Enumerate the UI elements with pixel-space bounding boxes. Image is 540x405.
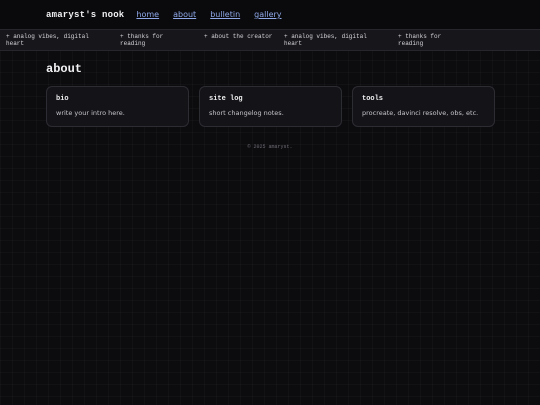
card-text: short changelog notes. — [209, 109, 284, 117]
nav-link-about[interactable]: about — [173, 10, 196, 19]
card-site-log: site log short changelog notes. — [199, 86, 342, 127]
page-title: about — [46, 62, 83, 76]
ticker-item: + analog vibes, digital heart — [6, 33, 89, 47]
ticker-item: + about the creator — [204, 33, 273, 40]
card-text: write your intro here. — [56, 109, 125, 117]
ticker-item: + thanks for reading — [120, 33, 164, 47]
card-title: bio — [56, 95, 69, 103]
nav-link-bulletin[interactable]: bulletin — [210, 10, 240, 19]
card-title: tools — [362, 95, 384, 103]
top-nav: amaryst's nook home about bulletin galle… — [0, 0, 540, 29]
about-cards: bio write your intro here. site log shor… — [46, 86, 495, 127]
card-tools: tools procreate, davinci resolve, obs, e… — [352, 86, 495, 127]
card-title: site log — [209, 95, 243, 103]
nav-link-home[interactable]: home — [136, 10, 159, 19]
site-brand[interactable]: amaryst's nook — [46, 10, 124, 20]
marquee-ticker: + analog vibes, digital heart + thanks f… — [0, 29, 540, 51]
ticker-item: + thanks for reading — [398, 33, 442, 47]
footer-copyright: © 2025 amaryst. — [247, 144, 293, 150]
nav-link-gallery[interactable]: gallery — [254, 10, 281, 19]
card-text: procreate, davinci resolve, obs, etc. — [362, 109, 479, 117]
card-bio: bio write your intro here. — [46, 86, 189, 127]
ticker-item: + analog vibes, digital heart — [284, 33, 367, 47]
